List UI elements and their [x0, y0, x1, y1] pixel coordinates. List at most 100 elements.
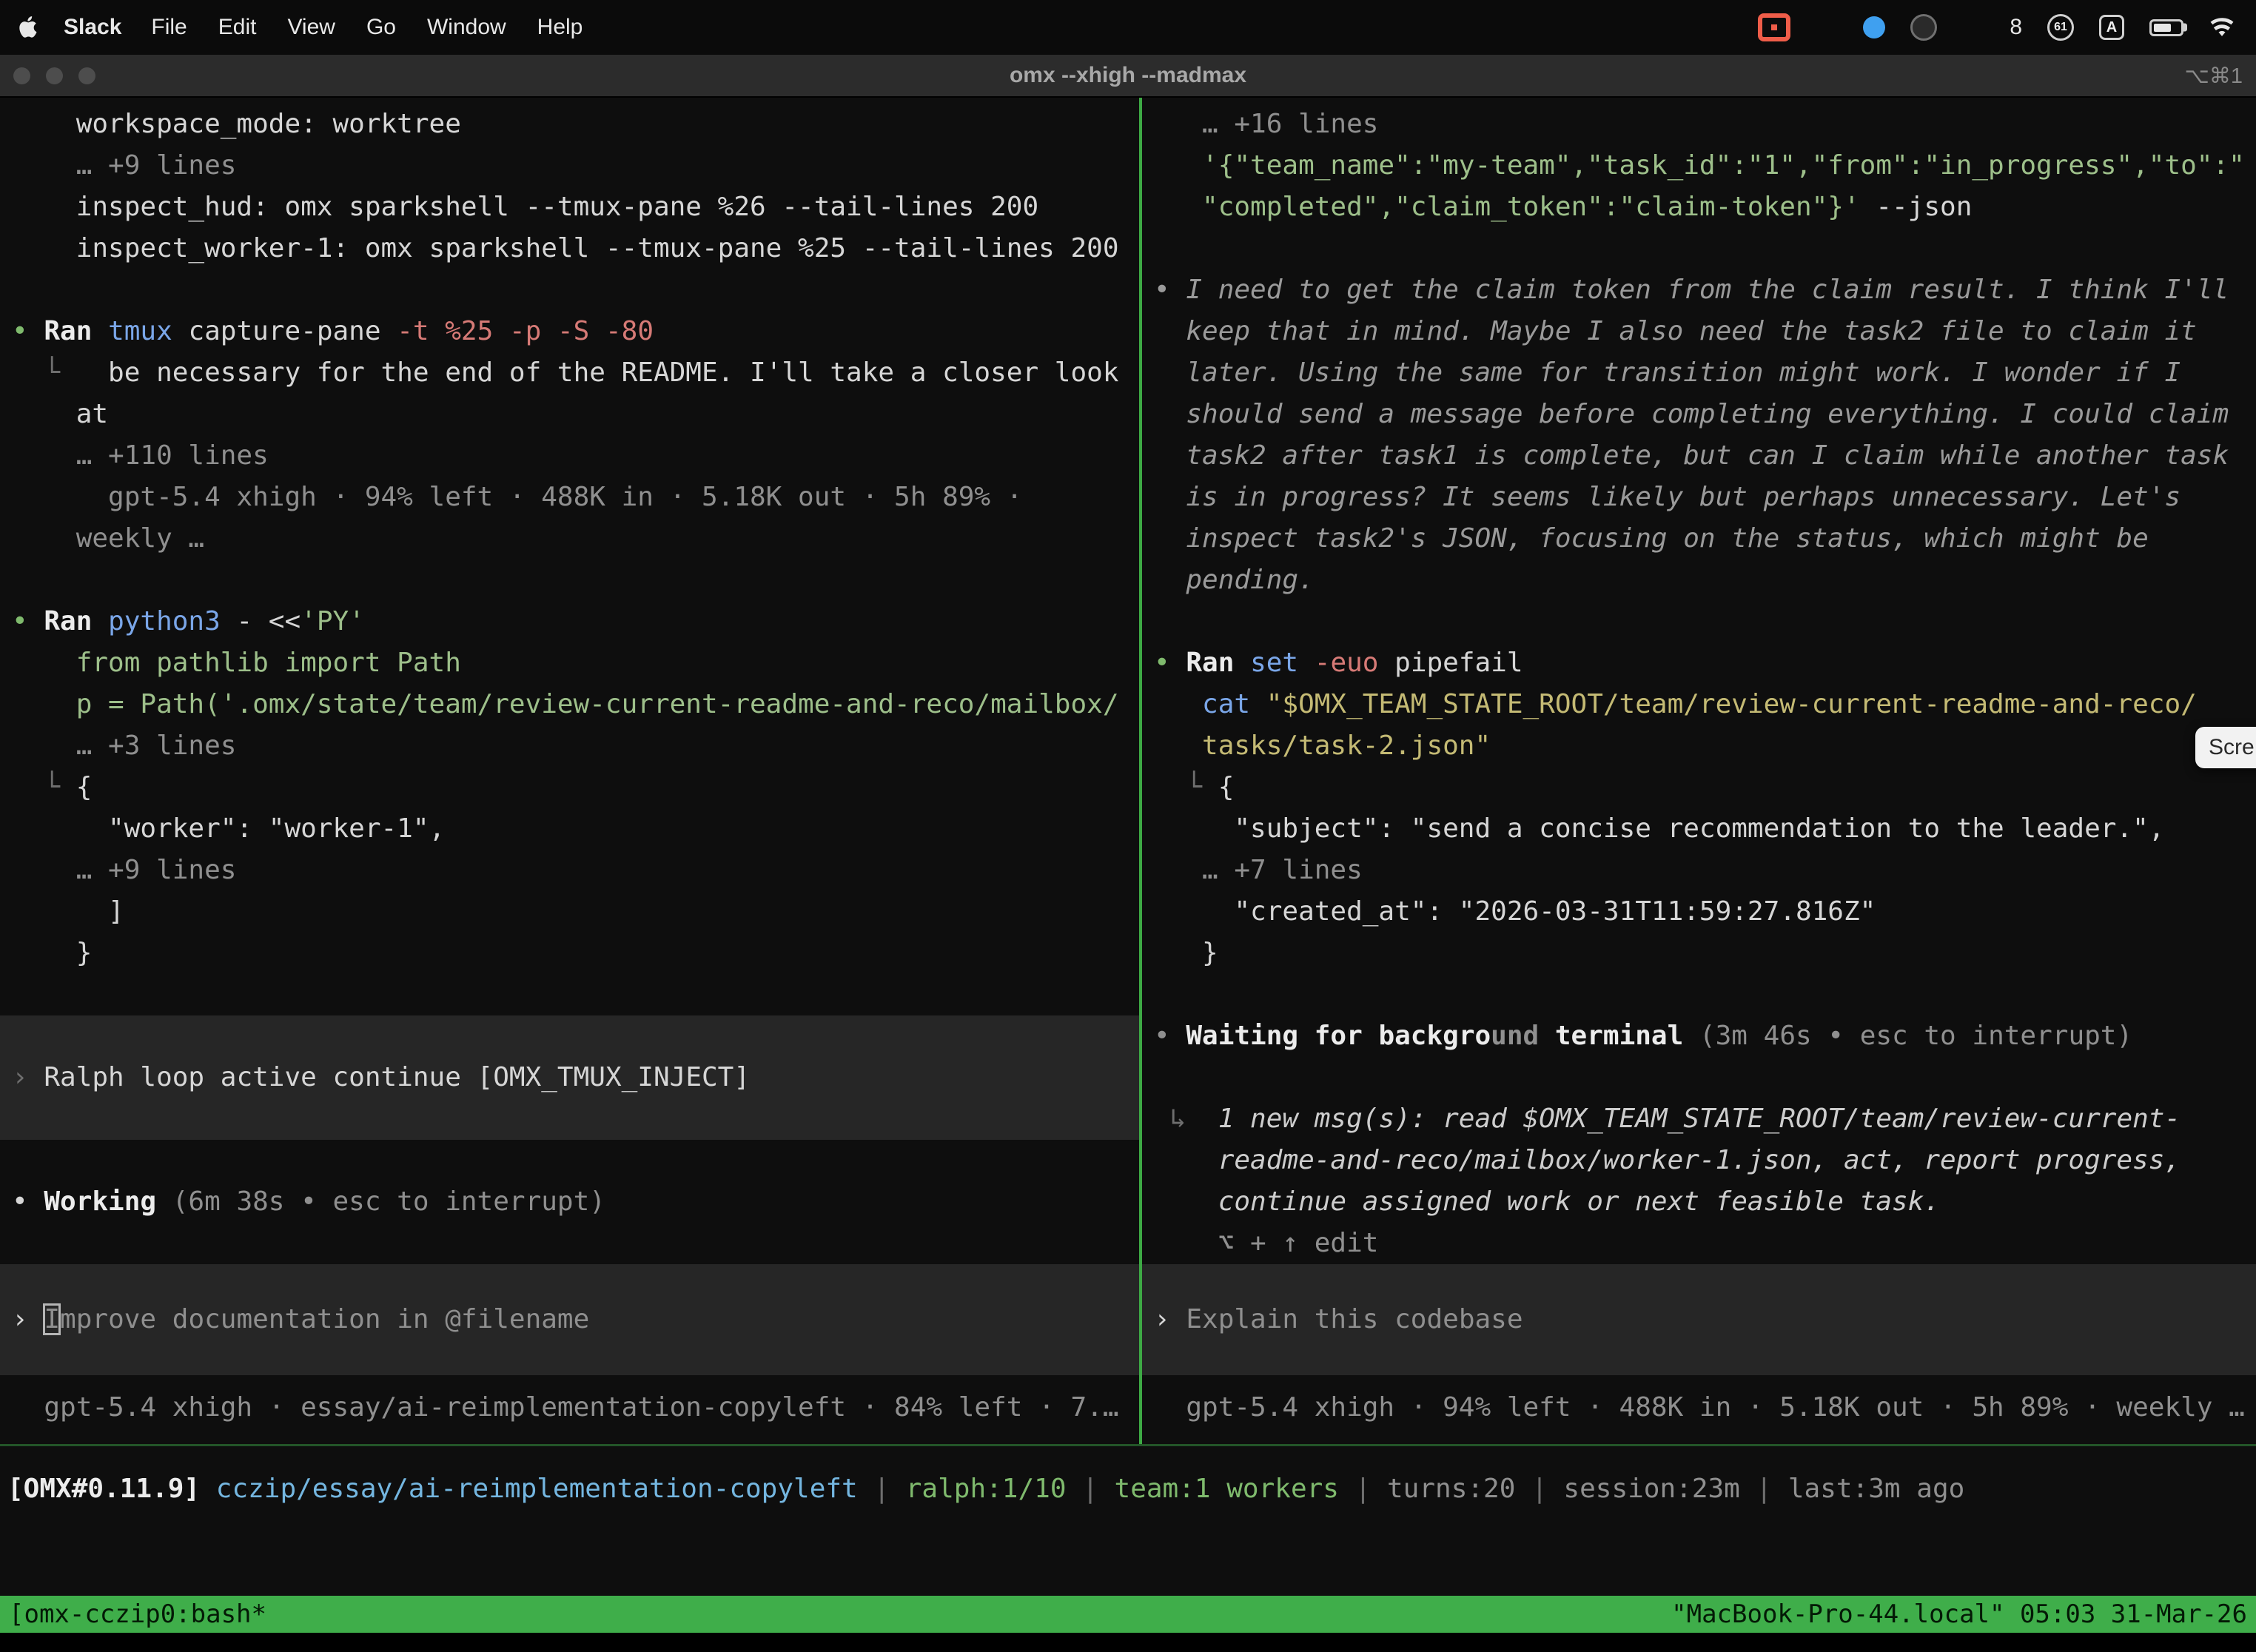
terminal-text-segment: … +9 lines [12, 855, 236, 885]
terminal-line: ] [0, 891, 1139, 933]
menu-bar: Slack File Edit View Go Window Help 8 61 A [0, 0, 2256, 55]
tmux-status-bar: [omx-cczip0:bash* "MacBook-Pro-44.local"… [0, 1596, 2256, 1633]
terminal-text-segment: | [858, 1474, 906, 1504]
menu-item-file[interactable]: File [151, 15, 187, 40]
terminal-line: '{"team_name":"my-team","task_id":"1","f… [1142, 145, 2256, 187]
screen-recording-stop-icon[interactable] [1758, 13, 1790, 41]
waiting-status: • Waiting for background terminal (3m 46… [1142, 1015, 2256, 1057]
terminal-text-segment: Ran [44, 316, 108, 346]
terminal-text-segment: ↳ [1154, 1104, 1218, 1134]
dark-disc-icon[interactable] [1910, 14, 1937, 41]
terminal-line [0, 1223, 1139, 1264]
terminal-text-segment: 1 new msg(s): read $OMX_TEAM_STATE_ROOT/… [1218, 1104, 2181, 1134]
wifi-icon[interactable] [2209, 18, 2235, 38]
terminal-line: tasks/task-2.json" [1142, 725, 2256, 767]
window-title: omx --xhigh --madmax [1010, 63, 1246, 88]
terminal-line: "created_at": "2026-03-31T11:59:27.816Z" [1142, 891, 2256, 933]
thinking-block: • I need to get the claim token from the… [1142, 269, 2256, 311]
terminal-text-segment: ] [12, 896, 124, 927]
ralph-loop-row[interactable]: › Ralph loop active continue [OMX_TMUX_I… [0, 1015, 1139, 1140]
terminal-text-segment: • I need to get the claim token from the… [1154, 275, 2229, 305]
terminal-text-segment: … +3 lines [12, 731, 236, 761]
terminal-text-segment: "worker": "worker-1", [12, 813, 445, 844]
terminal-text-segment: set [1250, 648, 1315, 678]
dots-grid-icon[interactable] [1962, 16, 1984, 38]
terminal-line: … +9 lines [0, 145, 1139, 187]
terminal-text-segment: gpt-5.4 xhigh · 94% left · 488K in · 5.1… [1154, 1392, 2245, 1423]
terminal-line [1142, 228, 2256, 269]
terminal-line [0, 269, 1139, 311]
edit-hint: ⌥ + ↑ edit [1142, 1223, 2256, 1264]
terminal-line: } [0, 933, 1139, 974]
composer-input-left[interactable]: › Improve documentation in @filename [0, 1264, 1139, 1375]
terminal-text-segment: • [1154, 648, 1186, 678]
apple-menu[interactable] [18, 15, 38, 40]
menu-item-edit[interactable]: Edit [218, 15, 257, 40]
terminal-text-segment: turns:20 [1387, 1474, 1515, 1504]
close-button[interactable] [13, 67, 30, 84]
terminal-text-segment: -t [397, 316, 445, 346]
ran-set-line: • Ran set -euo pipefail [1142, 642, 2256, 684]
terminal-line: gpt-5.4 xhigh · 94% left · 488K in · 5.1… [0, 477, 1139, 518]
window-shortcut-hint: ⌥⌘1 [2184, 63, 2243, 89]
apple-logo-icon [18, 15, 38, 40]
terminal-line: continue assigned work or next feasible … [1142, 1181, 2256, 1223]
terminal-line: readme-and-reco/mailbox/worker-1.json, a… [1142, 1140, 2256, 1181]
terminal-text-segment: • [12, 606, 44, 637]
terminal-text-segment: | [1339, 1474, 1387, 1504]
terminal-text-segment: tmux [108, 316, 188, 346]
terminal-text-segment: ralph:1/10 [906, 1474, 1067, 1504]
app-icon-8[interactable]: 8 [2010, 15, 2022, 40]
battery-icon[interactable] [2149, 19, 2183, 36]
zoom-button[interactable] [78, 67, 95, 84]
terminal-text-segment: mprove documentation in @filename [60, 1304, 589, 1334]
terminal-text-segment: › [1154, 1304, 1186, 1334]
menu-item-view[interactable]: View [287, 15, 335, 40]
window-title-bar[interactable]: omx --xhigh --madmax ⌥⌘1 [0, 55, 2256, 98]
traffic-lights [13, 55, 95, 96]
composer-input-right[interactable]: › Explain this codebase [1142, 1264, 2256, 1375]
terminal-text-segment: be necessary for the end of the README. … [108, 357, 1118, 388]
terminal[interactable]: workspace_mode: worktree … +9 lines insp… [0, 98, 2256, 1651]
terminal-text-segment: › [12, 1304, 44, 1334]
terminal-line: pending. [1142, 560, 2256, 601]
terminal-text-segment: gpt-5.4 xhigh · 94% left · 488K in · 5.1… [12, 482, 1022, 512]
terminal-pane-right[interactable]: … +16 lines '{"team_name":"my-team","tas… [1142, 98, 2256, 1444]
terminal-text-segment: | [1515, 1474, 1563, 1504]
grid-icon[interactable] [1816, 19, 1838, 36]
terminal-text-segment: "created_at": "2026-03-31T11:59:27.816Z" [1154, 896, 1876, 927]
tmux-panes: workspace_mode: worktree … +9 lines insp… [0, 98, 2256, 1446]
menu-item-go[interactable]: Go [366, 15, 396, 40]
terminal-line: } [1142, 933, 2256, 974]
terminal-line [0, 1140, 1139, 1181]
menu-item-help[interactable]: Help [537, 15, 583, 40]
terminal-pane-left[interactable]: workspace_mode: worktree … +9 lines insp… [0, 98, 1139, 1444]
terminal-text-segment: should send a message before completing … [1154, 399, 2229, 429]
terminal-line: "worker": "worker-1", [0, 808, 1139, 850]
terminal-text-segment: 'PY' [301, 606, 365, 637]
terminal-line: p = Path('.omx/state/team/review-current… [0, 684, 1139, 725]
terminal-line [1142, 974, 2256, 1015]
terminal-line: └ { [0, 767, 1139, 808]
model-status-footer-right: gpt-5.4 xhigh · 94% left · 488K in · 5.1… [1142, 1387, 2256, 1428]
minimize-button[interactable] [46, 67, 63, 84]
gauge-61-icon[interactable]: 61 [2047, 14, 2074, 41]
terminal-text-segment: last:3m ago [1788, 1474, 1964, 1504]
terminal-line: cat "$OMX_TEAM_STATE_ROOT/team/review-cu… [1142, 684, 2256, 725]
terminal-line: inspect_worker-1: omx sparkshell --tmux-… [0, 228, 1139, 269]
blue-app-icon[interactable] [1863, 16, 1885, 38]
terminal-line: … +16 lines [1142, 104, 2256, 145]
terminal-text-segment: is in progress? It seems likely but perh… [1154, 482, 2181, 512]
screen-capture-tooltip[interactable]: Scre [2195, 727, 2256, 768]
terminal-text-segment: (6m 38s • esc to interrupt) [172, 1186, 605, 1217]
terminal-text-segment: … +7 lines [1154, 855, 1363, 885]
terminal-text-segment: { [76, 772, 93, 802]
terminal-line: later. Using the same for transition mig… [1142, 352, 2256, 394]
terminal-text-segment: continue assigned work or next feasible … [1154, 1186, 1940, 1217]
input-source-icon[interactable]: A [2099, 15, 2124, 40]
active-app-menu[interactable]: Slack [64, 15, 121, 40]
terminal-text-segment: Ran [44, 606, 108, 637]
menu-item-window[interactable]: Window [427, 15, 506, 40]
terminal-text-segment: inspect_hud: omx sparkshell --tmux-pane … [12, 192, 1038, 222]
terminal-text-segment: └ [1154, 772, 1218, 802]
